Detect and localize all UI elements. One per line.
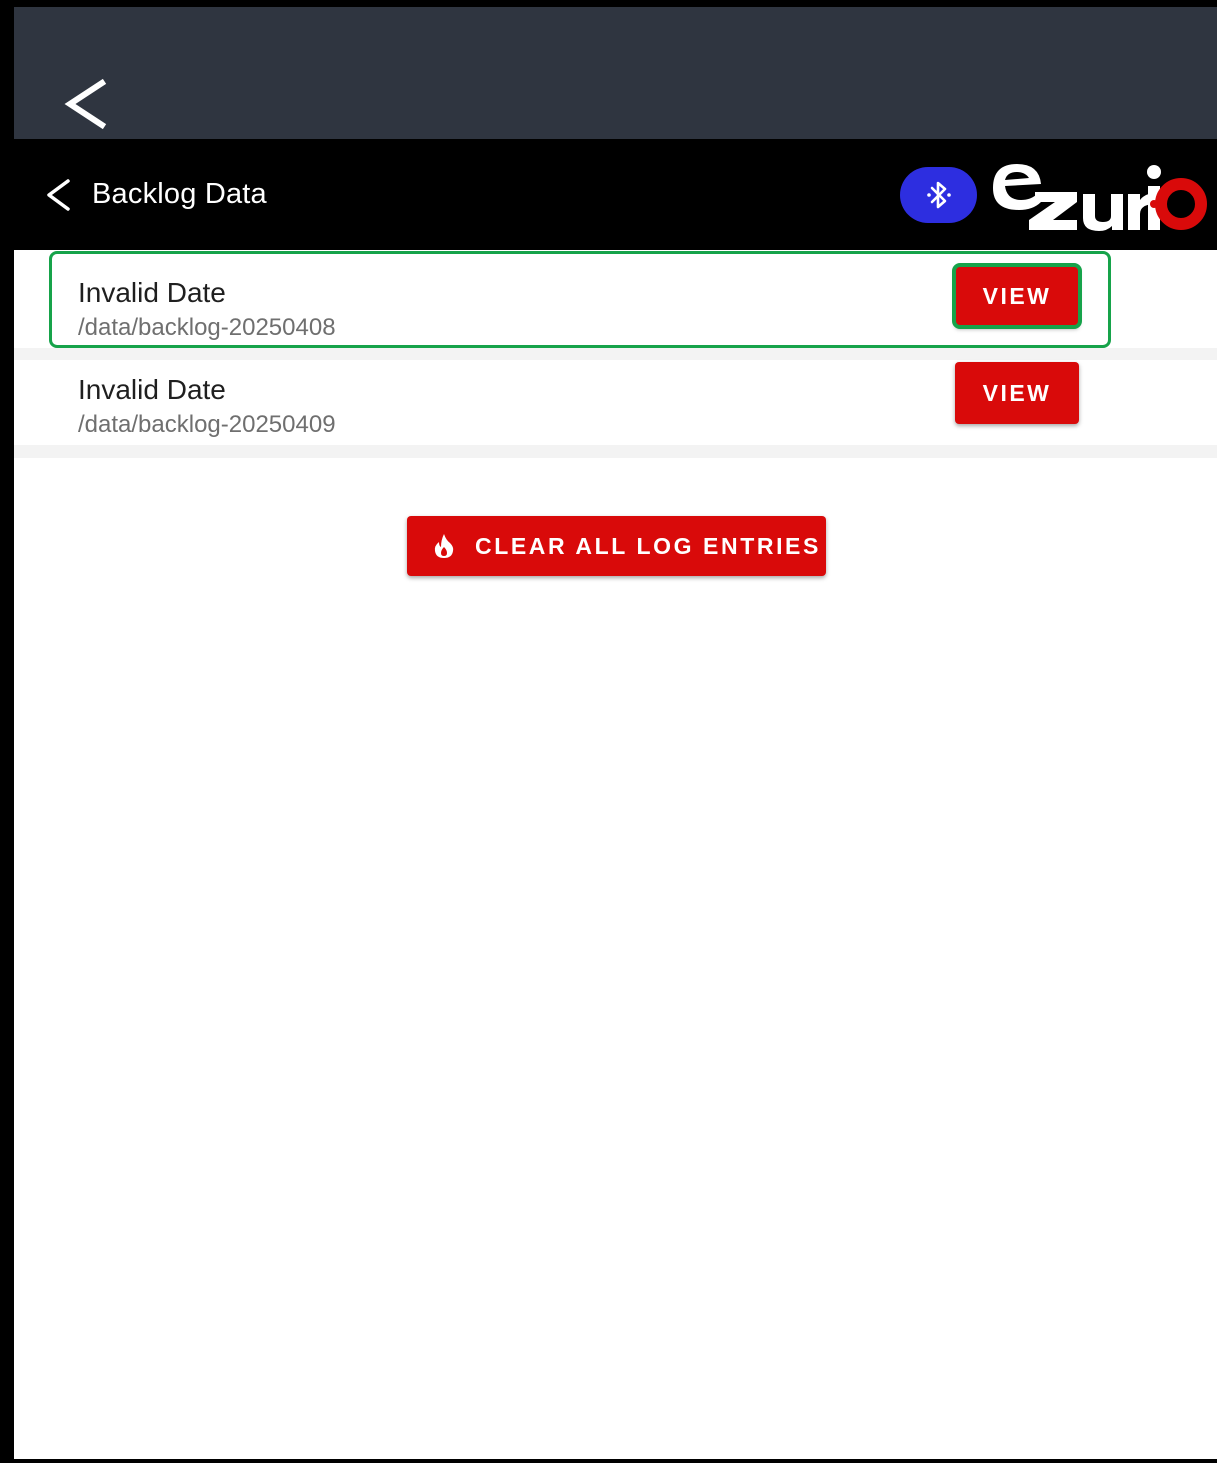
row-divider [14,348,1217,360]
ezurio-logo [985,150,1210,236]
fire-icon [433,533,455,559]
clear-all-log-entries-button[interactable]: CLEAR ALL LOG ENTRIES [407,516,826,576]
clear-all-label: CLEAR ALL LOG ENTRIES [475,532,821,559]
status-bar [14,7,1217,139]
entry-date: Invalid Date [78,277,226,308]
back-button[interactable] [44,178,74,212]
bluetooth-icon [926,181,951,209]
view-button[interactable]: VIEW [955,362,1079,424]
entry-path: /data/backlog-20250408 [78,314,336,341]
system-back-button[interactable] [62,78,112,130]
chevron-left-icon [64,78,107,130]
page-title: Backlog Data [92,178,267,210]
view-button[interactable]: VIEW [955,265,1079,327]
entry-path: /data/backlog-20250409 [78,411,336,438]
bluetooth-button[interactable] [900,167,977,223]
entry-date: Invalid Date [78,374,226,405]
row-divider [14,445,1217,458]
chevron-left-icon [47,179,70,211]
